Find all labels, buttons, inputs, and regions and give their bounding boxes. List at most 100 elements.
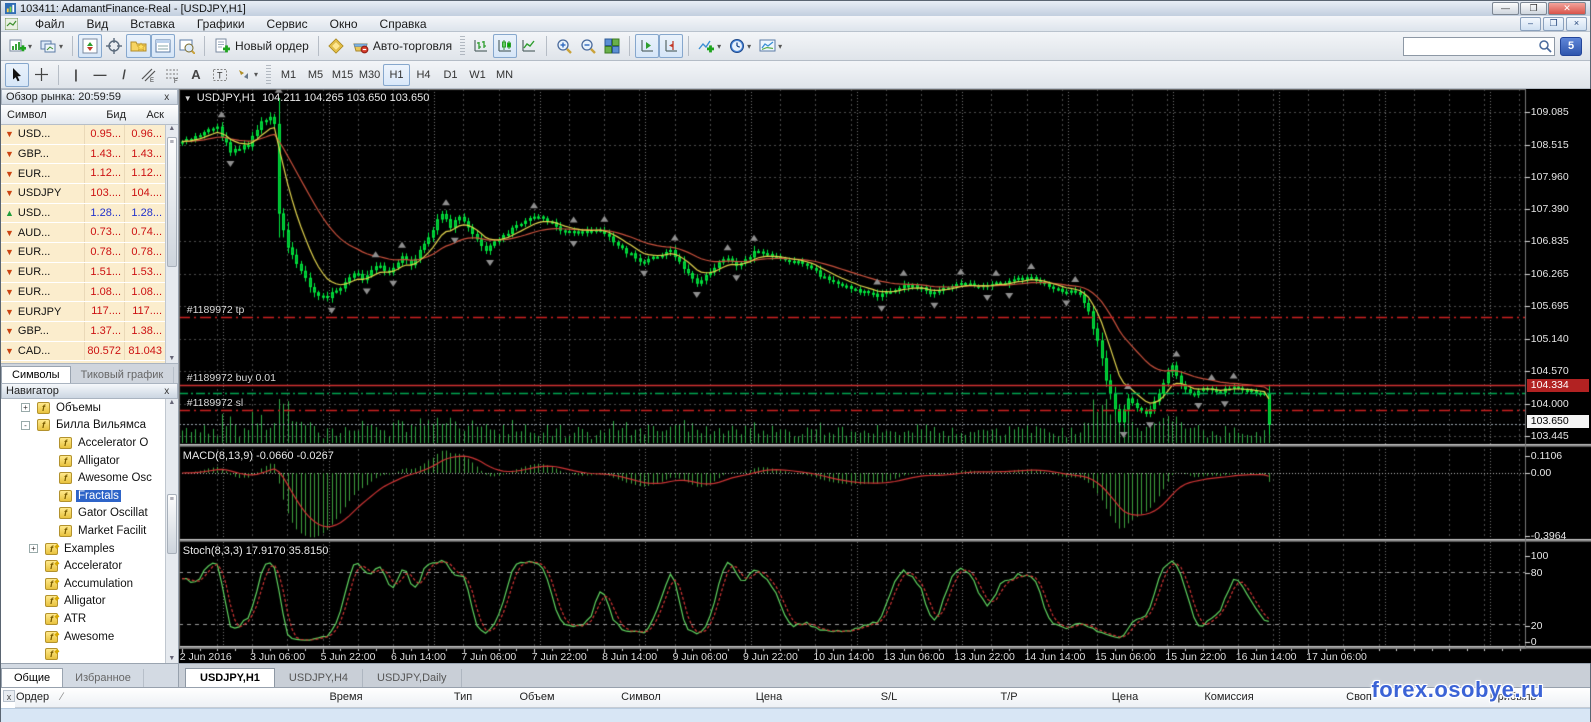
timeframe-D1[interactable]: D1 <box>437 64 464 86</box>
timeframe-MN[interactable]: MN <box>491 64 518 86</box>
market-watch-toggle[interactable] <box>78 34 103 58</box>
navigator-item-awesome[interactable]: f Awesome <box>1 628 178 646</box>
menu-Окно[interactable]: Окно <box>319 16 369 32</box>
horizontal-line-tool[interactable]: — <box>88 63 112 87</box>
terminal-column-s/l[interactable]: S/L <box>829 691 949 703</box>
navigator-header[interactable]: Навигатор x <box>1 383 178 399</box>
timeframe-H1[interactable]: H1 <box>383 63 411 86</box>
terminal-column-символ[interactable]: Символ <box>581 691 701 703</box>
chart-tab-USDJPY-Daily[interactable]: USDJPY,Daily <box>363 669 462 687</box>
symbol-dropdown-icon[interactable]: ▼ <box>184 94 192 103</box>
market-watch-row[interactable]: ▼ EURJPY 117.... 117.... <box>1 302 178 322</box>
timeframe-W1[interactable]: W1 <box>464 64 491 86</box>
market-watch-row[interactable]: ▼ USDJPY 103.... 104.... <box>1 184 178 204</box>
navigator-item-atr[interactable]: f ATR <box>1 610 178 628</box>
market-watch-tab-Тиковый график[interactable]: Тиковый график <box>71 367 175 383</box>
bar-chart-button[interactable] <box>469 34 493 58</box>
sort-order-icon[interactable]: ∕ <box>61 691 63 703</box>
tile-windows-button[interactable] <box>600 34 624 58</box>
text-tool[interactable]: A <box>184 63 208 87</box>
market-watch-row[interactable]: ▼ CAD... 80.572 81.043 <box>1 341 178 362</box>
strategy-tester-button[interactable] <box>175 34 199 58</box>
cursor-tool-button[interactable] <box>5 62 29 87</box>
text-label-tool[interactable]: T <box>208 63 232 87</box>
periods-button[interactable]: ▾ <box>725 34 755 58</box>
menu-Вставка[interactable]: Вставка <box>119 16 186 32</box>
market-watch-scrollbar[interactable]: ▲ ≡ ▼ <box>164 125 178 363</box>
market-watch-row[interactable]: ▼ EUR... 1.08... 1.08... <box>1 282 178 303</box>
navigator-item-билла-вильямса[interactable]: - f Билла Вильямса <box>1 417 178 435</box>
child-close-button[interactable]: × <box>1566 16 1587 31</box>
navigator-item-fractals[interactable]: f Fractals <box>1 487 178 505</box>
vertical-line-tool[interactable]: | <box>64 63 88 87</box>
child-minimize-button[interactable]: – <box>1520 16 1541 31</box>
market-watch-row[interactable]: ▼ GBP... 1.37... 1.38... <box>1 321 178 342</box>
templates-button[interactable]: ▾ <box>755 34 786 58</box>
navigator-item-alligator[interactable]: f Alligator <box>1 452 178 470</box>
chart-canvas[interactable] <box>178 89 1591 663</box>
autoscroll-button[interactable] <box>635 34 660 58</box>
terminal-column-объем[interactable]: Объем <box>477 691 597 703</box>
trendline-tool[interactable]: / <box>112 63 136 87</box>
navigator-item-объемы[interactable]: + f Объемы <box>1 399 178 417</box>
expand-icon[interactable]: + <box>29 544 38 554</box>
navigator-item[interactable]: f <box>1 645 178 663</box>
navigator-item-alligator[interactable]: f Alligator <box>1 593 178 611</box>
terminal-column-комиссия[interactable]: Комиссия <box>1169 691 1289 703</box>
menu-Графики[interactable]: Графики <box>186 16 256 32</box>
navigator-item-gator-oscillat[interactable]: f Gator Oscillat <box>1 505 178 523</box>
navigator-tab-Общие[interactable]: Общие <box>1 668 64 687</box>
market-watch-row[interactable]: ▼ GBP... 1.43... 1.43... <box>1 144 178 165</box>
community-button[interactable]: 5 <box>1560 36 1582 56</box>
market-watch-row[interactable]: ▲ USD... 1.28... 1.28... <box>1 203 178 224</box>
navigator-close-icon[interactable]: x <box>161 386 173 397</box>
market-watch-row[interactable]: ▼ USD... 0.95... 0.96... <box>1 125 178 145</box>
crosshair-tool-button[interactable] <box>29 63 53 87</box>
navigator-item-awesome-osc[interactable]: f Awesome Osc <box>1 469 178 487</box>
candlestick-chart-button[interactable] <box>493 34 518 58</box>
new-chart-button[interactable]: ▾ <box>5 34 36 58</box>
zoom-out-button[interactable] <box>576 34 600 58</box>
market-watch-tab-Символы[interactable]: Символы <box>1 366 71 383</box>
minimize-button[interactable]: — <box>1492 2 1519 15</box>
navigator-item-accelerator-o[interactable]: f Accelerator O <box>1 434 178 452</box>
navigator-item-accumulation[interactable]: f Accumulation <box>1 575 178 593</box>
data-window-button[interactable] <box>102 34 126 58</box>
terminal-column-ордер[interactable]: Ордер <box>16 691 49 703</box>
terminal-column-цена[interactable]: Цена <box>709 691 829 703</box>
navigator-toggle[interactable] <box>126 34 152 58</box>
menu-Справка[interactable]: Справка <box>369 16 438 32</box>
navigator-tab-Избранное[interactable]: Избранное <box>63 669 144 687</box>
market-watch-row[interactable]: ▼ EUR... 1.12... 1.12... <box>1 164 178 185</box>
zoom-in-button[interactable] <box>552 34 576 58</box>
terminal-column-t/p[interactable]: T/P <box>949 691 1069 703</box>
terminal-close-icon[interactable]: x <box>3 690 15 702</box>
chart-tab-USDJPY-H4[interactable]: USDJPY,H4 <box>275 669 364 687</box>
arrows-tool[interactable]: ▾ <box>232 63 262 87</box>
market-watch-row[interactable]: ▼ AUD... 0.73... 0.74... <box>1 223 178 244</box>
search-input[interactable] <box>1403 36 1555 56</box>
title-bar[interactable]: 103411: AdamantFinance-Real - [USDJPY,H1… <box>1 1 1590 16</box>
indicators-button[interactable]: ▾ <box>694 34 725 58</box>
market-watch-header[interactable]: Обзор рынка: 20:59:59 x <box>1 89 178 105</box>
channel-tool[interactable]: E <box>136 63 160 87</box>
collapse-icon[interactable]: - <box>21 420 30 430</box>
fibonacci-tool[interactable]: F <box>160 63 184 87</box>
terminal-toggle[interactable] <box>151 34 176 58</box>
menu-Сервис[interactable]: Сервис <box>256 16 319 32</box>
autotrade-button[interactable]: Авто-торговля <box>348 34 456 58</box>
market-watch-close-icon[interactable]: x <box>161 92 173 103</box>
market-watch-column-header[interactable]: Символ Бид Аск <box>1 105 178 125</box>
timeframe-M5[interactable]: M5 <box>302 64 329 86</box>
market-watch-row[interactable]: ▼ EUR... 0.78... 0.78... <box>1 243 178 263</box>
restore-button[interactable]: ❐ <box>1520 2 1547 15</box>
market-watch-row[interactable]: ▼ EUR... 1.51... 1.53... <box>1 262 178 283</box>
column-ask[interactable]: Аск <box>126 109 166 121</box>
menu-Вид[interactable]: Вид <box>76 16 120 32</box>
timeframe-M15[interactable]: M15 <box>329 64 356 86</box>
navigator-scrollbar[interactable]: ▲ ≡ ▼ <box>164 399 178 663</box>
menu-Файл[interactable]: Файл <box>24 16 76 32</box>
column-symbol[interactable]: Символ <box>1 109 85 121</box>
navigator-item-market-facilit[interactable]: f Market Facilit <box>1 522 178 540</box>
expand-icon[interactable]: + <box>21 403 30 413</box>
